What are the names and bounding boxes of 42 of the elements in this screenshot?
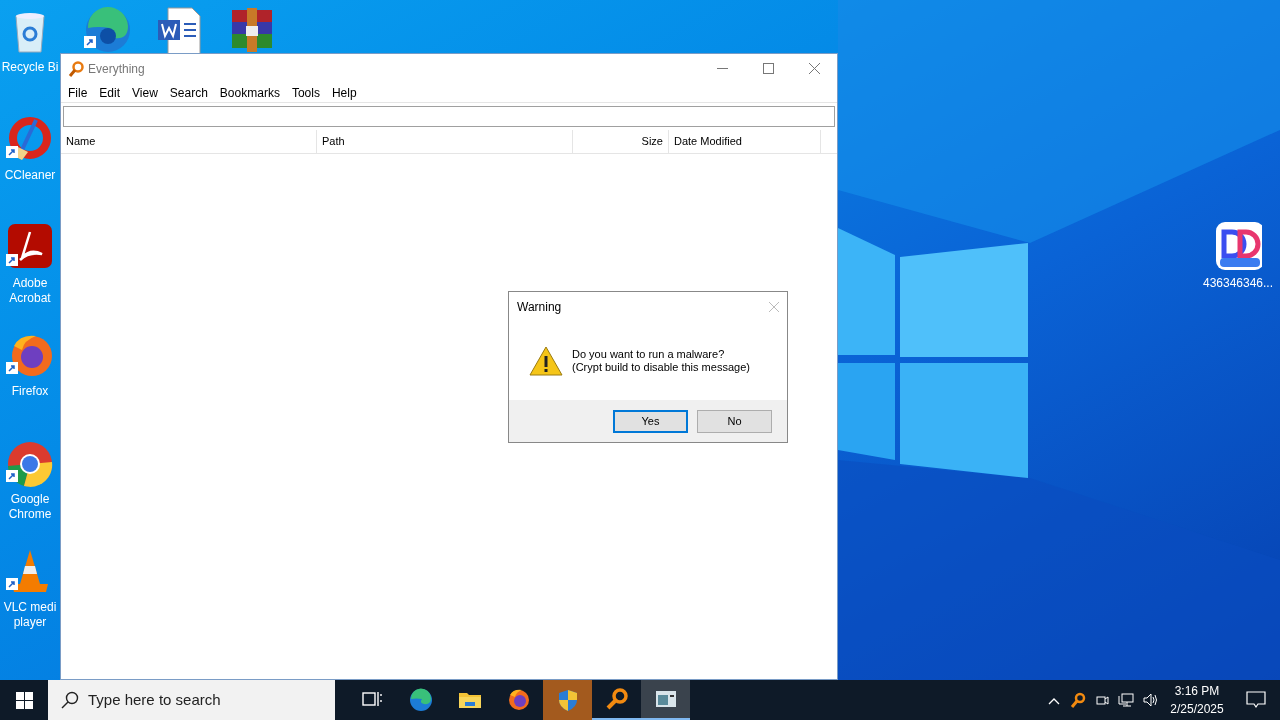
wave-globe-icon: [408, 688, 433, 712]
menu-item[interactable]: Bookmarks: [213, 83, 286, 102]
clock-date[interactable]: 2/25/2025: [1170, 700, 1224, 718]
close-icon[interactable]: [808, 63, 820, 74]
dialog-button[interactable]: No: [697, 409, 772, 433]
search-placeholder: Type here to search: [88, 689, 221, 710]
network-icon[interactable]: [1118, 692, 1134, 708]
dialog-button[interactable]: Yes: [613, 409, 688, 433]
magnifier-icon[interactable]: [1070, 692, 1086, 708]
desktop-icon-label[interactable]: Google Chrome: [1, 492, 59, 522]
warning-icon: [529, 346, 563, 376]
column-header[interactable]: Name: [61, 130, 317, 153]
menu-item[interactable]: File: [62, 83, 94, 102]
browser-circle-icon[interactable]: [6, 440, 54, 488]
magnifier-icon: [68, 60, 84, 77]
menu-item[interactable]: Edit: [93, 83, 127, 102]
fox-globe-icon: [506, 688, 531, 712]
windows-logo-icon[interactable]: [15, 691, 33, 709]
desktop-icon-label[interactable]: VLC medi player: [1, 600, 59, 630]
desktop-icon-label[interactable]: 436346346...: [1202, 274, 1274, 292]
menu-item[interactable]: Help: [325, 83, 363, 102]
dialog-message: Do you want to run a malware? (Crypt build to disable this message): [572, 348, 750, 374]
search-icon: [61, 691, 79, 709]
app-icon[interactable]: [1214, 222, 1262, 270]
column-header[interactable]: Date Modified: [669, 130, 821, 153]
column-header[interactable]: Path: [317, 130, 573, 153]
clock-time[interactable]: 3:16 PM: [1174, 682, 1220, 700]
magnifier-icon: [604, 687, 629, 711]
speech-bubble-icon[interactable]: [1246, 691, 1266, 709]
speaker-icon[interactable]: [1142, 692, 1158, 708]
window-title: Everything: [88, 60, 145, 78]
taskbar-button[interactable]: [641, 680, 690, 720]
menu-item[interactable]: Tools: [285, 83, 326, 102]
document-icon[interactable]: [156, 6, 204, 54]
column-header[interactable]: Size: [573, 130, 669, 153]
menu-item[interactable]: Search: [163, 83, 214, 102]
maximize-icon[interactable]: [762, 63, 774, 74]
search-field[interactable]: [63, 106, 835, 127]
dialog-title: Warning: [517, 299, 562, 316]
menu-item[interactable]: View: [126, 83, 164, 102]
wave-globe-icon[interactable]: [84, 6, 132, 54]
search-box[interactable]: Type here to search: [48, 680, 335, 720]
